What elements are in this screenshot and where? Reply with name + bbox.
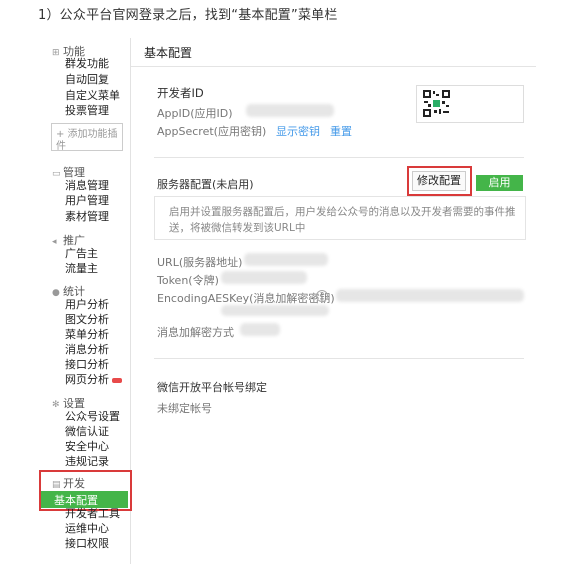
grid-icon: ⊞: [52, 48, 60, 58]
server-config-notice: 启用并设置服务器配置后，用户发给公众号的消息以及开发者需要的事件推 送，将被微信…: [154, 196, 526, 240]
sidebar-item-material-manage[interactable]: 素材管理: [65, 210, 109, 224]
server-config-heading: 服务器配置(未启用): [157, 178, 254, 191]
enable-button[interactable]: 启用: [476, 175, 523, 191]
token-label: Token(令牌): [157, 274, 219, 287]
sidebar-section-promote: ◂ 推广: [52, 234, 85, 247]
sidebar-item-message-manage[interactable]: 消息管理: [65, 179, 109, 193]
sidebar-item-vote[interactable]: 投票管理: [65, 104, 109, 118]
appsecret-label: AppSecret(应用密钥): [157, 125, 267, 138]
notice-line-1: 启用并设置服务器配置后，用户发给公众号的消息以及开发者需要的事件推: [169, 206, 516, 218]
folder-icon: ▭: [52, 169, 61, 179]
appid-value-blurred: [246, 104, 334, 117]
sidebar-item-advertiser[interactable]: 广告主: [65, 247, 98, 261]
encryption-mode-value-blurred: [240, 323, 280, 336]
url-value-blurred: [244, 253, 328, 266]
sidebar-item-user-manage[interactable]: 用户管理: [65, 194, 109, 208]
sidebar-item-mass-send[interactable]: 群发功能: [65, 57, 109, 71]
sidebar: ⊞ 功能 群发功能 自动回复 自定义菜单 投票管理 + 添加功能插 件 ▭ 管理 消…: [39, 38, 132, 564]
sidebar-section-statistics: ● 统计: [52, 285, 85, 298]
sidebar-item-traffic-owner[interactable]: 流量主: [65, 262, 98, 276]
page-title: 基本配置: [144, 46, 193, 60]
reset-secret-link[interactable]: 重置: [330, 123, 352, 139]
url-label: URL(服务器地址): [157, 256, 243, 269]
encryption-mode-label: 消息加解密方式: [157, 326, 234, 339]
sidebar-item-custom-menu[interactable]: 自定义菜单: [65, 89, 120, 103]
qr-code-notice: [416, 85, 524, 123]
aes-key-label: EncodingAESKey(消息加解密密钥): [157, 292, 335, 305]
gear-icon: ✻: [52, 400, 60, 410]
sidebar-item-menu-analysis[interactable]: 菜单分析: [65, 328, 109, 342]
sidebar-item-message-analysis[interactable]: 消息分析: [65, 343, 109, 357]
aes-key-value-blurred: [336, 289, 524, 302]
highlight-box-sidebar: [39, 470, 132, 511]
developer-id-heading: 开发者ID: [157, 86, 204, 100]
divider: [131, 66, 536, 67]
sidebar-item-developer-tools[interactable]: 开发者工具: [65, 507, 120, 521]
add-function-plugin-button[interactable]: + 添加功能插 件: [51, 123, 123, 152]
sidebar-item-ops-center[interactable]: 运维中心: [65, 522, 109, 536]
highlight-box-edit: [407, 166, 472, 196]
chart-icon: ●: [52, 288, 60, 298]
instruction-caption: 1）公众平台官网登录之后，找到“基本配置”菜单栏: [38, 8, 338, 23]
sidebar-section-settings: ✻ 设置: [52, 397, 85, 410]
divider: [154, 157, 524, 158]
divider: [154, 358, 524, 359]
sidebar-item-security-center[interactable]: 安全中心: [65, 440, 109, 454]
sidebar-item-account-settings[interactable]: 公众号设置: [65, 410, 120, 424]
open-platform-status: 未绑定帐号: [157, 402, 212, 415]
aes-key-value-blurred-2: [221, 305, 329, 316]
sidebar-item-api-analysis[interactable]: 接口分析: [65, 358, 109, 372]
megaphone-icon: ◂: [52, 237, 57, 247]
sidebar-item-wechat-verify[interactable]: 微信认证: [65, 425, 109, 439]
token-value-blurred: [221, 271, 307, 284]
new-badge: [112, 377, 122, 383]
appid-label: AppID(应用ID): [157, 107, 233, 120]
sidebar-item-user-analysis[interactable]: 用户分析: [65, 298, 109, 312]
sidebar-item-api-permissions[interactable]: 接口权限: [65, 537, 109, 551]
qr-code-icon: [422, 89, 451, 118]
sidebar-item-auto-reply[interactable]: 自动回复: [65, 73, 109, 87]
sidebar-item-web-analysis[interactable]: 网页分析: [65, 373, 122, 387]
sidebar-item-article-analysis[interactable]: 图文分析: [65, 313, 109, 327]
notice-line-2: 送，将被微信转发到该URL中: [169, 222, 306, 234]
sidebar-item-violation-records[interactable]: 违规记录: [65, 455, 109, 469]
sidebar-section-manage: ▭ 管理: [52, 166, 85, 179]
help-icon[interactable]: ?: [316, 290, 328, 302]
show-secret-link[interactable]: 显示密钥: [276, 123, 320, 139]
open-platform-heading: 微信开放平台帐号绑定: [157, 381, 267, 394]
